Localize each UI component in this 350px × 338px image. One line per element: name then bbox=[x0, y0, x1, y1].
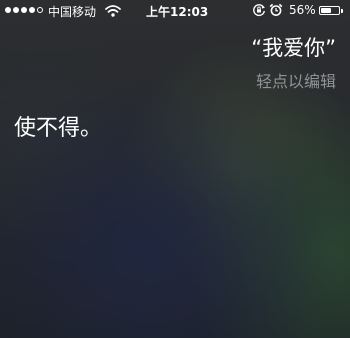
carrier-name: 中国移动 bbox=[48, 5, 97, 19]
battery-icon bbox=[319, 6, 340, 15]
siri-user-quote[interactable]: “我爱你” bbox=[251, 32, 336, 62]
signal-dots-icon bbox=[5, 7, 43, 13]
battery-percent: 56% bbox=[289, 3, 316, 17]
signal-dot bbox=[29, 7, 35, 13]
signal-dot bbox=[5, 7, 11, 13]
rotation-lock-icon bbox=[253, 4, 265, 17]
signal-dot bbox=[13, 7, 19, 13]
status-bar: 中国移动 上午12:03 56% bbox=[0, 0, 350, 22]
signal-dot bbox=[21, 7, 27, 13]
alarm-icon bbox=[269, 3, 283, 16]
wifi-icon bbox=[105, 5, 121, 17]
signal-dot bbox=[37, 7, 43, 13]
clock-time: 上午12:03 bbox=[146, 5, 209, 19]
siri-response: 使不得。 bbox=[14, 116, 103, 141]
battery-level bbox=[321, 8, 331, 13]
battery-tip bbox=[341, 9, 343, 13]
tap-to-edit-hint[interactable]: 轻点以编辑 bbox=[256, 68, 336, 92]
